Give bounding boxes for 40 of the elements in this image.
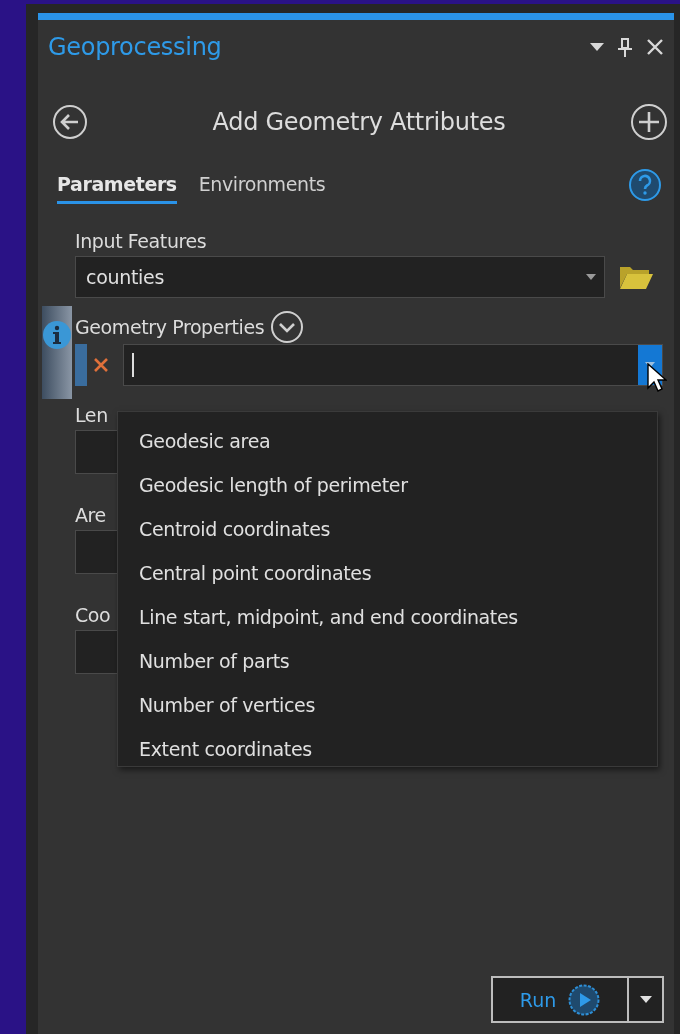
menu-item[interactable]: Number of vertices bbox=[118, 683, 657, 727]
add-icon[interactable] bbox=[630, 103, 668, 141]
folder-icon[interactable] bbox=[619, 264, 653, 290]
tab[interactable]: Parameters bbox=[57, 166, 177, 204]
pane-title: Geoprocessing bbox=[48, 33, 223, 61]
field-label: Geometry Properties bbox=[75, 315, 265, 340]
menu-item[interactable]: Number of parts bbox=[118, 639, 657, 683]
field-label: Input Features bbox=[75, 229, 208, 254]
caret-icon bbox=[586, 274, 596, 280]
pin-icon[interactable] bbox=[618, 37, 632, 57]
geometry-properties-field[interactable] bbox=[123, 344, 663, 386]
field-label: Coo bbox=[75, 603, 112, 628]
dropdown-icon[interactable] bbox=[590, 43, 604, 51]
play-icon bbox=[568, 983, 601, 1016]
menu-item[interactable]: Extent coordinates bbox=[118, 727, 657, 771]
info-icon[interactable] bbox=[42, 320, 72, 350]
menu-item[interactable]: Geodesic area bbox=[118, 419, 657, 463]
run-options-button[interactable] bbox=[629, 976, 664, 1023]
input-features-combobox[interactable]: counties bbox=[75, 256, 605, 298]
input-field[interactable] bbox=[75, 430, 117, 474]
tool-title: Add Geometry Attributes bbox=[211, 108, 507, 136]
input-field[interactable] bbox=[75, 630, 117, 674]
menu-item[interactable]: Centroid coordinates bbox=[118, 507, 657, 551]
input-field[interactable] bbox=[75, 530, 117, 574]
mouse-pointer-icon bbox=[647, 363, 667, 393]
help-icon[interactable] bbox=[628, 168, 662, 202]
caret-icon bbox=[639, 996, 652, 1003]
text-cursor bbox=[132, 353, 134, 377]
menu-item[interactable]: Central point coordinates bbox=[118, 551, 657, 595]
selection-bar bbox=[75, 344, 87, 386]
field-label: Are bbox=[75, 503, 107, 528]
run-button[interactable]: Run bbox=[491, 976, 629, 1023]
menu-item[interactable]: Geodesic length of perimeter bbox=[118, 463, 657, 507]
menu-item[interactable]: Line start, midpoint, and end coordinates bbox=[118, 595, 657, 639]
tab[interactable]: Environments bbox=[198, 166, 326, 204]
remove-icon[interactable] bbox=[93, 357, 109, 373]
collapse-icon[interactable] bbox=[270, 310, 305, 344]
field-label: Len bbox=[75, 403, 109, 428]
close-icon[interactable] bbox=[646, 38, 664, 56]
back-icon[interactable] bbox=[52, 104, 88, 140]
